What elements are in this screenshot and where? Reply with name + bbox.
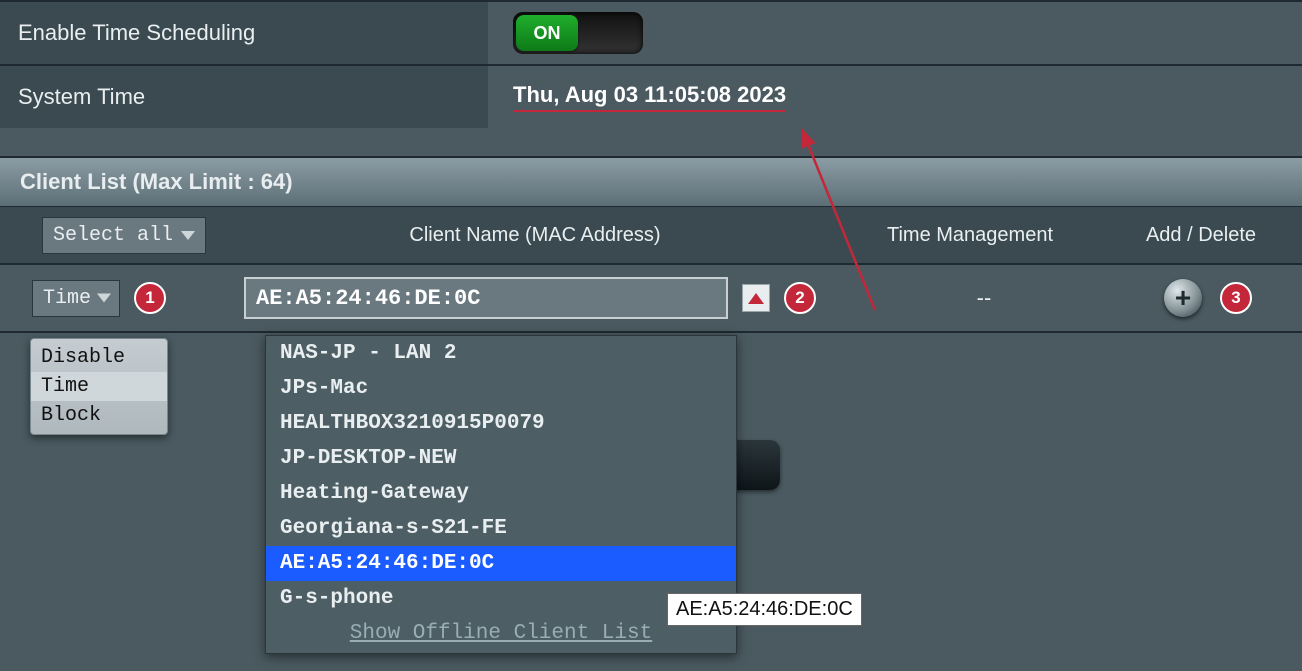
client-option[interactable]: NAS-JP - LAN 2 [266,336,736,371]
select-all-button[interactable]: Select all [42,217,206,254]
row-system-time: System Time Thu, Aug 03 11:05:08 2023 [0,64,1302,128]
mode-option[interactable]: Time [31,372,167,401]
row-enable-scheduling: Enable Time Scheduling ON [0,0,1302,64]
annotation-badge-1: 1 [134,282,166,314]
client-combobox: 2 [244,277,854,319]
chevron-down-icon [97,294,111,303]
client-option[interactable]: Heating-Gateway [266,476,736,511]
toggle-enable-scheduling[interactable]: ON [513,12,643,54]
tooltip-mac: AE:A5:24:46:DE:0C [667,593,862,626]
triangle-up-icon [748,293,764,304]
col-add-delete: Add / Delete [1100,207,1302,263]
label-enable-scheduling: Enable Time Scheduling [0,2,488,64]
client-option[interactable]: G-s-phone [266,581,736,616]
client-option[interactable]: HEALTHBOX3210915P0079 [266,406,736,441]
client-option[interactable]: JPs-Mac [266,371,736,406]
plus-icon: + [1175,284,1191,312]
col-client-name: Client Name (MAC Address) [230,207,840,263]
mode-option[interactable]: Block [31,401,167,430]
cell-time-management: -- [854,285,1114,311]
label-system-time: System Time [0,66,488,128]
add-button[interactable]: + [1164,279,1202,317]
mode-dropdown: DisableTimeBlock [30,338,168,435]
spacer [0,128,1302,156]
value-enable-scheduling: ON [488,2,1302,64]
cell-client: 2 [244,277,854,319]
mode-select-value: Time [43,287,91,310]
annotation-badge-3: 3 [1220,282,1252,314]
show-offline-link[interactable]: Show Offline Client List [266,616,736,653]
client-row: Time 1 2 -- + 3 [0,265,1302,333]
client-option[interactable]: Georgiana-s-S21-FE [266,511,736,546]
value-system-time: Thu, Aug 03 11:05:08 2023 [488,66,1302,128]
col-select-all: Select all [0,207,230,263]
time-management-value: -- [977,285,992,311]
toggle-on-indicator: ON [516,15,578,51]
chevron-down-icon [181,231,195,240]
section-header-client-list: Client List (Max Limit : 64) [0,156,1302,207]
client-mac-input[interactable] [244,277,728,319]
select-all-label: Select all [53,224,173,247]
annotation-badge-2: 2 [784,282,816,314]
mode-select[interactable]: Time [32,280,120,317]
client-option[interactable]: JP-DESKTOP-NEW [266,441,736,476]
col-time-management: Time Management [840,207,1100,263]
cell-mode: Time 1 [0,280,244,317]
system-time-text: Thu, Aug 03 11:05:08 2023 [513,82,786,112]
client-option[interactable]: AE:A5:24:46:DE:0C [266,546,736,581]
cell-add-delete: + 3 [1114,279,1302,317]
dropdown-toggle-button[interactable] [742,284,770,312]
mode-option[interactable]: Disable [31,343,167,372]
column-header-row: Select all Client Name (MAC Address) Tim… [0,207,1302,265]
